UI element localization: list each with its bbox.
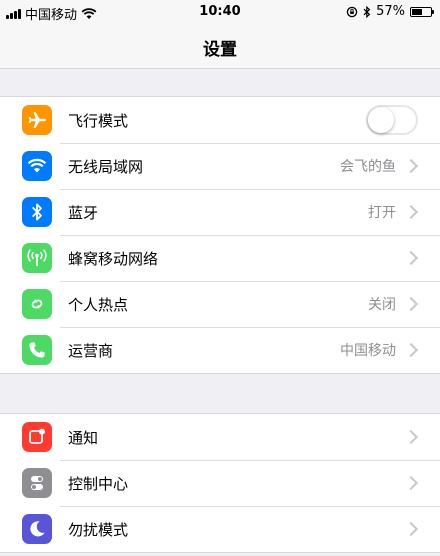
airplane-mode-toggle[interactable] [366, 105, 418, 135]
chevron-right-icon [403, 296, 419, 312]
wifi-icon [22, 151, 52, 181]
row-value: 中国移动 [340, 343, 396, 359]
chevron-right-icon [403, 342, 419, 358]
row-label: 勿扰模式 [68, 520, 129, 539]
row-label: 蓝牙 [68, 203, 99, 222]
chevron-right-icon [403, 521, 419, 537]
notifications-icon [22, 422, 52, 452]
settings-row-notifications[interactable]: 通知 [0, 414, 440, 460]
row-label: 通知 [68, 428, 99, 447]
settings-screen: 中国移动 10:40 57% 设置 飞行模式 无线局域网 会飞的鱼 蓝牙 打开 … [0, 0, 440, 556]
chevron-right-icon [403, 158, 419, 174]
row-label: 无线局域网 [68, 157, 144, 176]
chevron-right-icon [403, 429, 419, 445]
row-value: 打开 [368, 205, 396, 221]
settings-row-personal-hotspot[interactable]: 个人热点 关闭 [0, 281, 440, 327]
phone-icon [22, 335, 52, 365]
row-value: 关闭 [368, 297, 396, 313]
bluetooth-icon [363, 5, 371, 18]
toggle-knob [368, 107, 394, 133]
settings-group-connectivity: 飞行模式 无线局域网 会飞的鱼 蓝牙 打开 蜂窝移动网络 个人热点 关闭 运营商… [0, 96, 440, 374]
cellular-icon [22, 243, 52, 273]
battery-level [412, 8, 423, 15]
chevron-right-icon [403, 250, 419, 266]
battery-icon [410, 6, 434, 17]
row-value: 会飞的鱼 [340, 159, 396, 175]
status-bar: 中国移动 10:40 57% [0, 0, 440, 24]
chevron-right-icon [403, 204, 419, 220]
row-label: 飞行模式 [68, 111, 129, 130]
status-right: 57% [346, 4, 434, 19]
control-center-icon [22, 468, 52, 498]
settings-group-notifications: 通知 控制中心 勿扰模式 [0, 413, 440, 553]
settings-row-cellular[interactable]: 蜂窝移动网络 [0, 235, 440, 281]
row-label: 运营商 [68, 341, 114, 360]
settings-row-do-not-disturb[interactable]: 勿扰模式 [0, 506, 440, 552]
moon-icon [22, 514, 52, 544]
page-title: 设置 [203, 40, 237, 60]
airplane-icon [22, 105, 52, 135]
row-label: 个人热点 [68, 295, 129, 314]
settings-row-wlan[interactable]: 无线局域网 会飞的鱼 [0, 143, 440, 189]
rotation-lock-icon [346, 6, 358, 17]
settings-row-carrier[interactable]: 运营商 中国移动 [0, 327, 440, 373]
settings-row-airplane-mode[interactable]: 飞行模式 [0, 97, 440, 143]
hotspot-icon [22, 289, 52, 319]
navigation-bar: 设置 [0, 24, 440, 69]
chevron-right-icon [403, 475, 419, 491]
settings-row-bluetooth[interactable]: 蓝牙 打开 [0, 189, 440, 235]
settings-row-control-center[interactable]: 控制中心 [0, 460, 440, 506]
row-label: 控制中心 [68, 474, 129, 493]
row-label: 蜂窝移动网络 [68, 249, 159, 268]
bluetooth-icon [22, 197, 52, 227]
battery-percent: 57% [376, 4, 405, 19]
